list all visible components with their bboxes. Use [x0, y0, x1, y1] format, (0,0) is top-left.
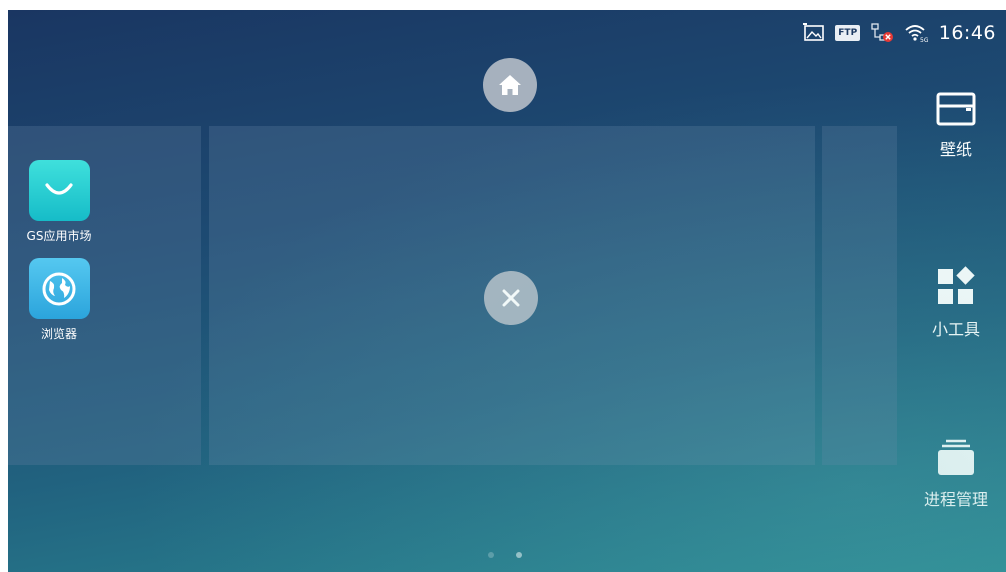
shopping-bag-icon: [28, 160, 90, 221]
page-indicator: [488, 552, 522, 558]
wifi-5g-icon: 5G: [903, 22, 929, 44]
home-icon: [499, 75, 521, 95]
task-manager-icon: [938, 439, 974, 475]
page-dot-active: [516, 552, 522, 558]
status-time: 16:46: [938, 22, 996, 44]
network-disconnected-icon: [869, 22, 895, 44]
widgets-button[interactable]: 小工具: [913, 266, 999, 340]
home-button[interactable]: [483, 58, 537, 112]
close-icon: [502, 289, 520, 307]
workspace-page-right[interactable]: [822, 126, 897, 465]
gallery-icon: [801, 22, 827, 44]
tool-label: 小工具: [931, 320, 980, 339]
tool-label: 进程管理: [923, 490, 988, 509]
task-manager-button[interactable]: 进程管理: [913, 438, 999, 510]
app-browser[interactable]: 浏览器: [11, 258, 107, 342]
home-screen-editor: FTP 5G 16:46 GS应用市场 浏览器 壁纸 小工具 进程管理: [8, 10, 1006, 572]
app-label: GS应用市场: [26, 229, 92, 243]
ftp-icon: FTP: [835, 22, 861, 44]
app-label: 浏览器: [40, 327, 77, 341]
app-gs-market[interactable]: GS应用市场: [11, 160, 107, 244]
globe-icon: [28, 258, 90, 319]
status-bar: FTP 5G 16:46: [793, 10, 1006, 56]
wallpaper-button[interactable]: 壁纸: [913, 92, 999, 160]
ftp-badge: FTP: [835, 25, 861, 41]
delete-page-button[interactable]: [484, 271, 538, 325]
tool-label: 壁纸: [939, 140, 972, 159]
wallpaper-icon: [936, 92, 976, 126]
page-dot: [488, 552, 494, 558]
widgets-icon: [938, 266, 975, 304]
svg-text:5G: 5G: [920, 37, 928, 43]
